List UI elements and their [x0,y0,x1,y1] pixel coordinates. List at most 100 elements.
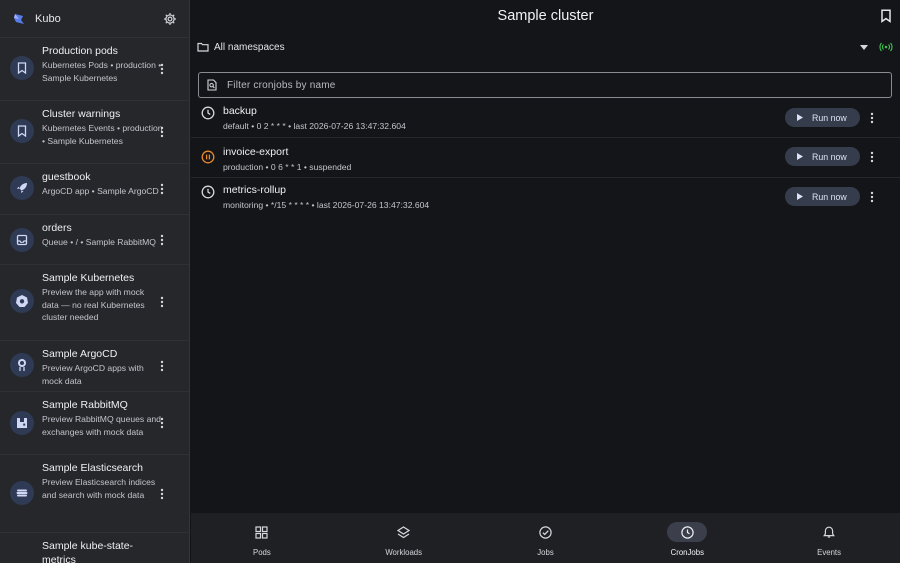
more-vert-icon[interactable] [155,357,169,375]
folder-icon [197,41,209,53]
sidebar-item-production-pods[interactable]: Production pods Kubernetes Pods • produc… [0,38,189,101]
elasticsearch-icon [10,481,34,505]
sidebar-item-subtitle: ArgoCD app • Sample ArgoCD [42,186,159,196]
cronjob-detail: monitoring • */15 * * * * • last 2026-07… [223,200,430,210]
cronjob-detail: default • 0 2 * * * • last 2026-07-26 13… [223,121,406,131]
nav-tab-pods[interactable]: Pods [191,513,333,563]
inbox-icon [10,228,34,252]
more-vert-icon[interactable] [866,148,878,166]
sidebar-item-sample-rabbitmq[interactable]: Sample RabbitMQ Preview RabbitMQ queues … [0,392,189,455]
caret-down-icon[interactable] [858,41,870,53]
run-now-label: Run now [812,112,847,123]
more-vert-icon[interactable] [866,109,878,127]
bookmark-icon[interactable] [880,9,892,23]
pause-circle-icon [201,150,215,164]
sidebar-item-name: Sample Elasticsearch [42,462,143,474]
search-document-icon [207,79,217,91]
run-now-button[interactable]: Run now [785,147,860,166]
nav-label: Pods [253,548,271,557]
more-vert-icon[interactable] [155,180,169,198]
sidebar-item-subtitle: Preview RabbitMQ queues and exchanges wi… [42,414,161,437]
sidebar-item-name: Sample RabbitMQ [42,399,128,411]
namespace-selector[interactable]: All namespaces [197,38,894,56]
nav-label: CronJobs [670,548,704,557]
namespace-label: All namespaces [214,41,285,53]
sidebar-item-name: Sample ArgoCD [42,348,118,360]
filter-field[interactable] [198,72,892,98]
sidebar-item-orders[interactable]: orders Queue • / • Sample RabbitMQ [0,215,189,265]
nav-tab-workloads[interactable]: Workloads [333,513,475,563]
clock-icon [201,185,215,199]
settings-gear-icon[interactable] [161,10,179,28]
sidebar-item-subtitle: Queue • / • Sample RabbitMQ [42,237,156,247]
clock-icon [201,106,215,120]
rabbitmq-icon [10,411,34,435]
filter-cronjobs-input[interactable] [227,79,891,91]
sidebar-item-subtitle: Preview Elasticsearch indices and search… [42,477,156,500]
play-icon [797,153,804,161]
play-icon [797,114,804,122]
more-vert-icon[interactable] [155,293,169,311]
pods-grid-icon [242,522,282,542]
sidebar-item-sample-kubernetes[interactable]: Sample Kubernetes Preview the app with m… [0,265,189,341]
play-icon [797,193,804,201]
page-title: Sample cluster [497,8,594,24]
sidebar-item-subtitle: Preview the app with mock data — no real… [42,287,145,323]
rocket-icon [10,176,34,200]
run-now-label: Run now [812,191,847,202]
nav-label: Events [817,548,841,557]
nav-label: Jobs [537,548,554,557]
sidebar-item-name: Cluster warnings [42,108,121,120]
kubo-logo-icon [11,11,27,27]
cronjob-row[interactable]: metrics-rollup monitoring • */15 * * * *… [191,178,900,218]
app-name: Kubo [35,12,61,25]
sidebar-item-name: guestbook [42,171,91,183]
cronjob-row[interactable]: backup default • 0 2 * * * • last 2026-0… [191,99,900,138]
bookmark-icon [10,56,34,80]
main-panel: Sample cluster All namespaces backup def… [191,0,900,563]
more-vert-icon[interactable] [866,188,878,206]
run-now-label: Run now [812,151,847,162]
sidebar-item-name: orders [42,222,72,234]
sidebar-item-name: Production pods [42,45,118,57]
live-stream-icon[interactable] [878,41,894,53]
sidebar-item-sample-elasticsearch[interactable]: Sample Elasticsearch Preview Elasticsear… [0,455,189,533]
cronjob-name: metrics-rollup [223,184,287,196]
cronjob-row[interactable]: invoice-export production • 0 6 * * 1 • … [191,138,900,178]
cronjob-detail: production • 0 6 * * 1 • suspended [223,162,352,172]
cronjob-name: backup [223,105,257,117]
sidebar-item-guestbook[interactable]: guestbook ArgoCD app • Sample ArgoCD [0,164,189,215]
clock-icon [667,522,708,542]
kubernetes-icon [10,289,34,313]
sidebar: Kubo Production pods Kubernetes Pods • p… [0,0,190,563]
sidebar-item-sample-kube-state-metrics[interactable]: Sample kube-state-metrics [0,533,189,563]
sidebar-item-subtitle: Kubernetes Events • production • Sample … [42,123,163,146]
bottom-navigation: Pods Workloads Jobs CronJobs Events [191,513,900,563]
nav-label: Workloads [385,548,423,557]
more-vert-icon[interactable] [155,60,169,78]
top-bar: Sample cluster [191,0,900,32]
sidebar-item-name: Sample kube-state-metrics [42,540,134,563]
cronjob-name: invoice-export [223,146,289,158]
run-now-button[interactable]: Run now [785,187,860,206]
sidebar-header: Kubo [0,0,189,38]
nav-tab-events[interactable]: Events [758,513,900,563]
sidebar-item-subtitle: Kubernetes Pods • production • Sample Ku… [42,60,162,83]
nav-tab-cronjobs[interactable]: CronJobs [616,513,758,563]
cronjob-list: backup default • 0 2 * * * • last 2026-0… [191,99,900,218]
bell-icon [809,522,849,542]
sidebar-item-sample-argocd[interactable]: Sample ArgoCD Preview ArgoCD apps with m… [0,341,189,392]
argocd-icon [10,353,34,377]
sidebar-item-subtitle: Preview ArgoCD apps with mock data [42,363,144,386]
more-vert-icon[interactable] [155,123,169,141]
more-vert-icon[interactable] [155,414,169,432]
run-now-button[interactable]: Run now [785,108,860,127]
sidebar-item-name: Sample Kubernetes [42,272,135,284]
more-vert-icon[interactable] [155,231,169,249]
nav-tab-jobs[interactable]: Jobs [475,513,617,563]
check-circle-icon [525,522,565,542]
layers-icon [384,522,424,542]
more-vert-icon[interactable] [155,485,169,503]
sidebar-item-cluster-warnings[interactable]: Cluster warnings Kubernetes Events • pro… [0,101,189,164]
bookmark-icon [10,119,34,143]
